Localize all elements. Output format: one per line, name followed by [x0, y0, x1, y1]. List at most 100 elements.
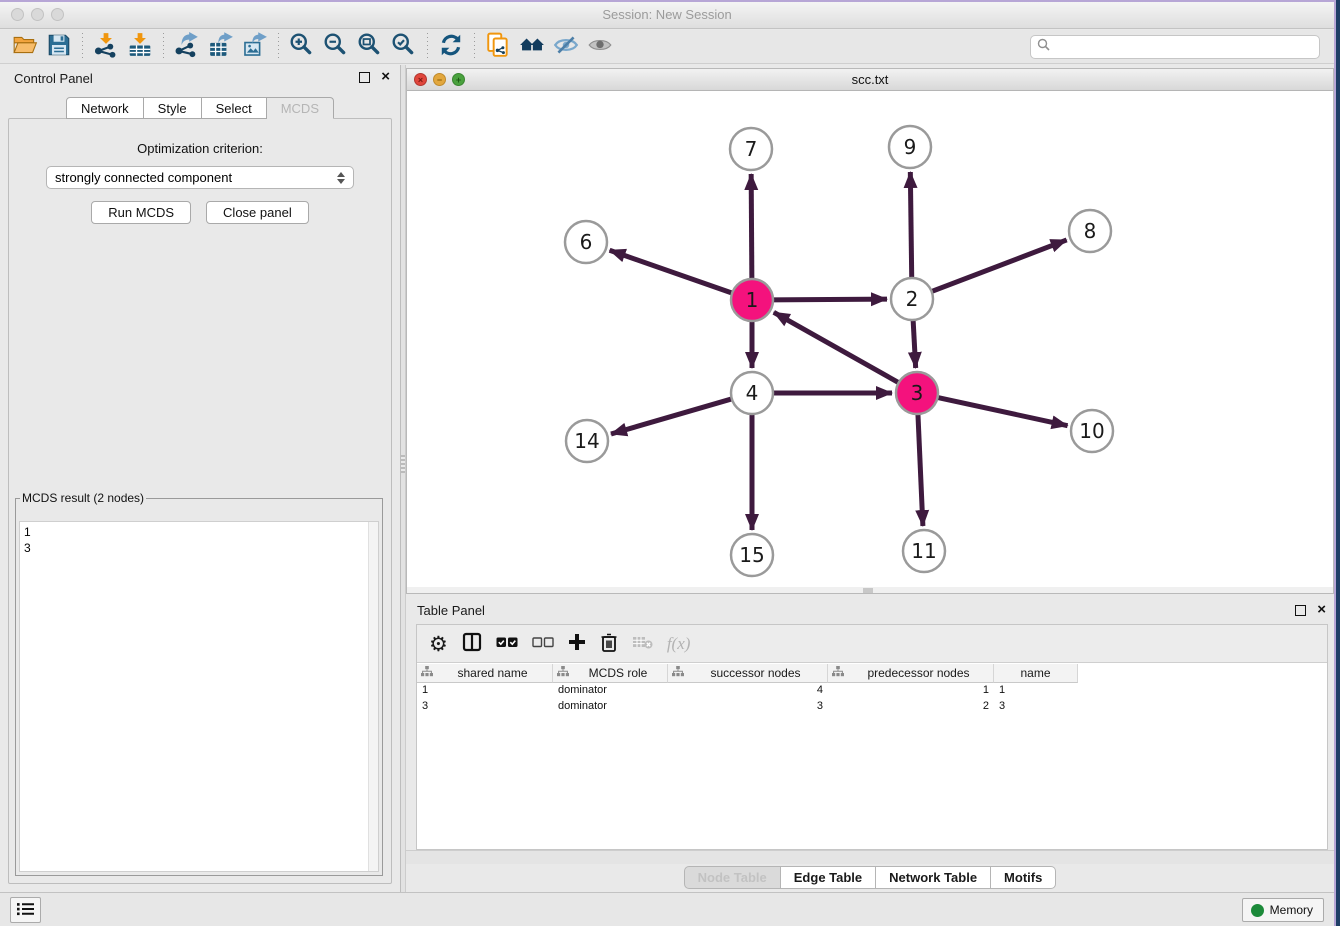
network-graph[interactable]: 7 9 6 8 1 2 4 3 14 10 15 11: [407, 91, 1333, 588]
task-history-button[interactable]: [10, 897, 41, 923]
table-cell[interactable]: 3: [994, 699, 1078, 715]
eye-icon: [587, 32, 613, 61]
graph-node-1[interactable]: 1: [731, 279, 773, 321]
memory-button[interactable]: Memory: [1242, 898, 1324, 922]
float-table-panel-icon[interactable]: [1295, 605, 1306, 616]
close-panel-icon[interactable]: ×: [381, 68, 390, 86]
search-input[interactable]: [1055, 40, 1313, 54]
unselect-all-button[interactable]: [532, 629, 554, 659]
table-cell[interactable]: 3: [417, 699, 553, 715]
graph-edge-4-14[interactable]: [611, 398, 734, 434]
graph-node-10[interactable]: 10: [1071, 410, 1113, 452]
graph-node-6[interactable]: 6: [565, 221, 607, 263]
delete-row-button[interactable]: [600, 629, 618, 659]
tab-edge-table[interactable]: Edge Table: [781, 866, 876, 889]
graph-edge-2-9[interactable]: [910, 172, 911, 280]
graph-node-2[interactable]: 2: [891, 278, 933, 320]
graph-edge-3-11[interactable]: [918, 412, 923, 526]
canvas-splitter-handle[interactable]: [863, 588, 873, 593]
save-session-button[interactable]: [42, 32, 76, 62]
open-session-button[interactable]: [8, 32, 42, 62]
network-window-titlebar: × − + scc.txt: [407, 69, 1333, 91]
graph-node-3[interactable]: 3: [896, 372, 938, 414]
hierarchy-icon: [832, 666, 848, 680]
graph-node-7[interactable]: 7: [730, 128, 772, 170]
table-row[interactable]: 3dominator323: [417, 699, 1327, 715]
close-panel-button[interactable]: Close panel: [206, 201, 309, 224]
graph-edge-2-8[interactable]: [930, 240, 1067, 292]
zoom-fit-button[interactable]: [353, 32, 387, 62]
import-network-button[interactable]: [89, 32, 123, 62]
show-columns-button[interactable]: [462, 629, 482, 659]
mcds-result-group: MCDS result (2 nodes) 1 3: [15, 491, 383, 876]
export-network-button[interactable]: [170, 32, 204, 62]
add-row-button[interactable]: [568, 629, 586, 659]
columns-icon: [462, 632, 482, 655]
graph-edge-3-1[interactable]: [774, 312, 901, 383]
criterion-select[interactable]: strongly connected component: [46, 166, 354, 189]
toolbar-separator: [82, 33, 83, 61]
run-mcds-button[interactable]: Run MCDS: [91, 201, 191, 224]
column-header[interactable]: name: [994, 664, 1078, 683]
clone-network-button[interactable]: [481, 32, 515, 62]
tab-motifs[interactable]: Motifs: [991, 866, 1056, 889]
table-cell[interactable]: dominator: [553, 683, 668, 699]
svg-text:8: 8: [1084, 219, 1097, 243]
graph-node-15[interactable]: 15: [731, 534, 773, 576]
tab-mcds[interactable]: MCDS: [267, 97, 334, 119]
result-scrollbar[interactable]: [368, 522, 378, 871]
export-image-button[interactable]: [238, 32, 272, 62]
zoom-selected-button[interactable]: [387, 32, 421, 62]
tab-node-table[interactable]: Node Table: [684, 866, 781, 889]
svg-text:11: 11: [911, 539, 936, 563]
svg-text:14: 14: [574, 429, 599, 453]
graph-edge-2-3[interactable]: [913, 318, 916, 368]
graph-edge-3-10[interactable]: [936, 397, 1068, 426]
import-table-button[interactable]: [123, 32, 157, 62]
graph-node-4[interactable]: 4: [731, 372, 773, 414]
graph-node-14[interactable]: 14: [566, 420, 608, 462]
graph-node-8[interactable]: 8: [1069, 210, 1111, 252]
table-cell[interactable]: 1: [417, 683, 553, 699]
column-header[interactable]: successor nodes: [668, 664, 828, 683]
column-header[interactable]: MCDS role: [553, 664, 668, 683]
table-cell[interactable]: 1: [828, 683, 994, 699]
mcds-result-list[interactable]: 1 3: [19, 521, 379, 872]
table-cell[interactable]: 1: [994, 683, 1078, 699]
checked-boxes-icon: [496, 636, 518, 652]
zoom-out-button[interactable]: [319, 32, 353, 62]
app-window: Session: New Session Control Panel: [0, 0, 1336, 926]
table-cell[interactable]: dominator: [553, 699, 668, 715]
titlebar: Session: New Session: [0, 2, 1334, 29]
hide-panels-button[interactable]: [549, 32, 583, 62]
open-folder-icon: [12, 32, 38, 61]
hierarchy-icon: [557, 666, 573, 680]
network-canvas[interactable]: 7 9 6 8 1 2 4 3 14 10 15 11: [407, 91, 1333, 588]
first-neighbors-button[interactable]: [515, 32, 549, 62]
close-table-panel-icon[interactable]: ×: [1317, 601, 1326, 619]
zoom-in-button[interactable]: [285, 32, 319, 62]
table-row[interactable]: 1dominator411: [417, 683, 1327, 699]
table-settings-button[interactable]: ⚙: [429, 629, 448, 659]
tab-style[interactable]: Style: [144, 97, 202, 119]
table-cell[interactable]: 3: [668, 699, 828, 715]
export-image-icon: [242, 32, 268, 61]
graph-node-11[interactable]: 11: [903, 530, 945, 572]
export-table-button[interactable]: [204, 32, 238, 62]
tab-network-table[interactable]: Network Table: [876, 866, 991, 889]
table-cell[interactable]: 2: [828, 699, 994, 715]
tab-network[interactable]: Network: [66, 97, 144, 119]
float-panel-icon[interactable]: [359, 72, 370, 83]
graph-node-9[interactable]: 9: [889, 126, 931, 168]
column-header[interactable]: predecessor nodes: [828, 664, 994, 683]
graph-edge-1-6[interactable]: [610, 250, 734, 293]
tab-select[interactable]: Select: [202, 97, 267, 119]
show-panels-button[interactable]: [583, 32, 617, 62]
table-cell[interactable]: 4: [668, 683, 828, 699]
column-header[interactable]: shared name: [417, 664, 553, 683]
select-stepper-icon: [337, 172, 345, 184]
refresh-view-button[interactable]: [434, 32, 468, 62]
select-all-button[interactable]: [496, 629, 518, 659]
graph-edge-1-2[interactable]: [771, 299, 887, 300]
graph-edge-1-7[interactable]: [751, 174, 752, 281]
